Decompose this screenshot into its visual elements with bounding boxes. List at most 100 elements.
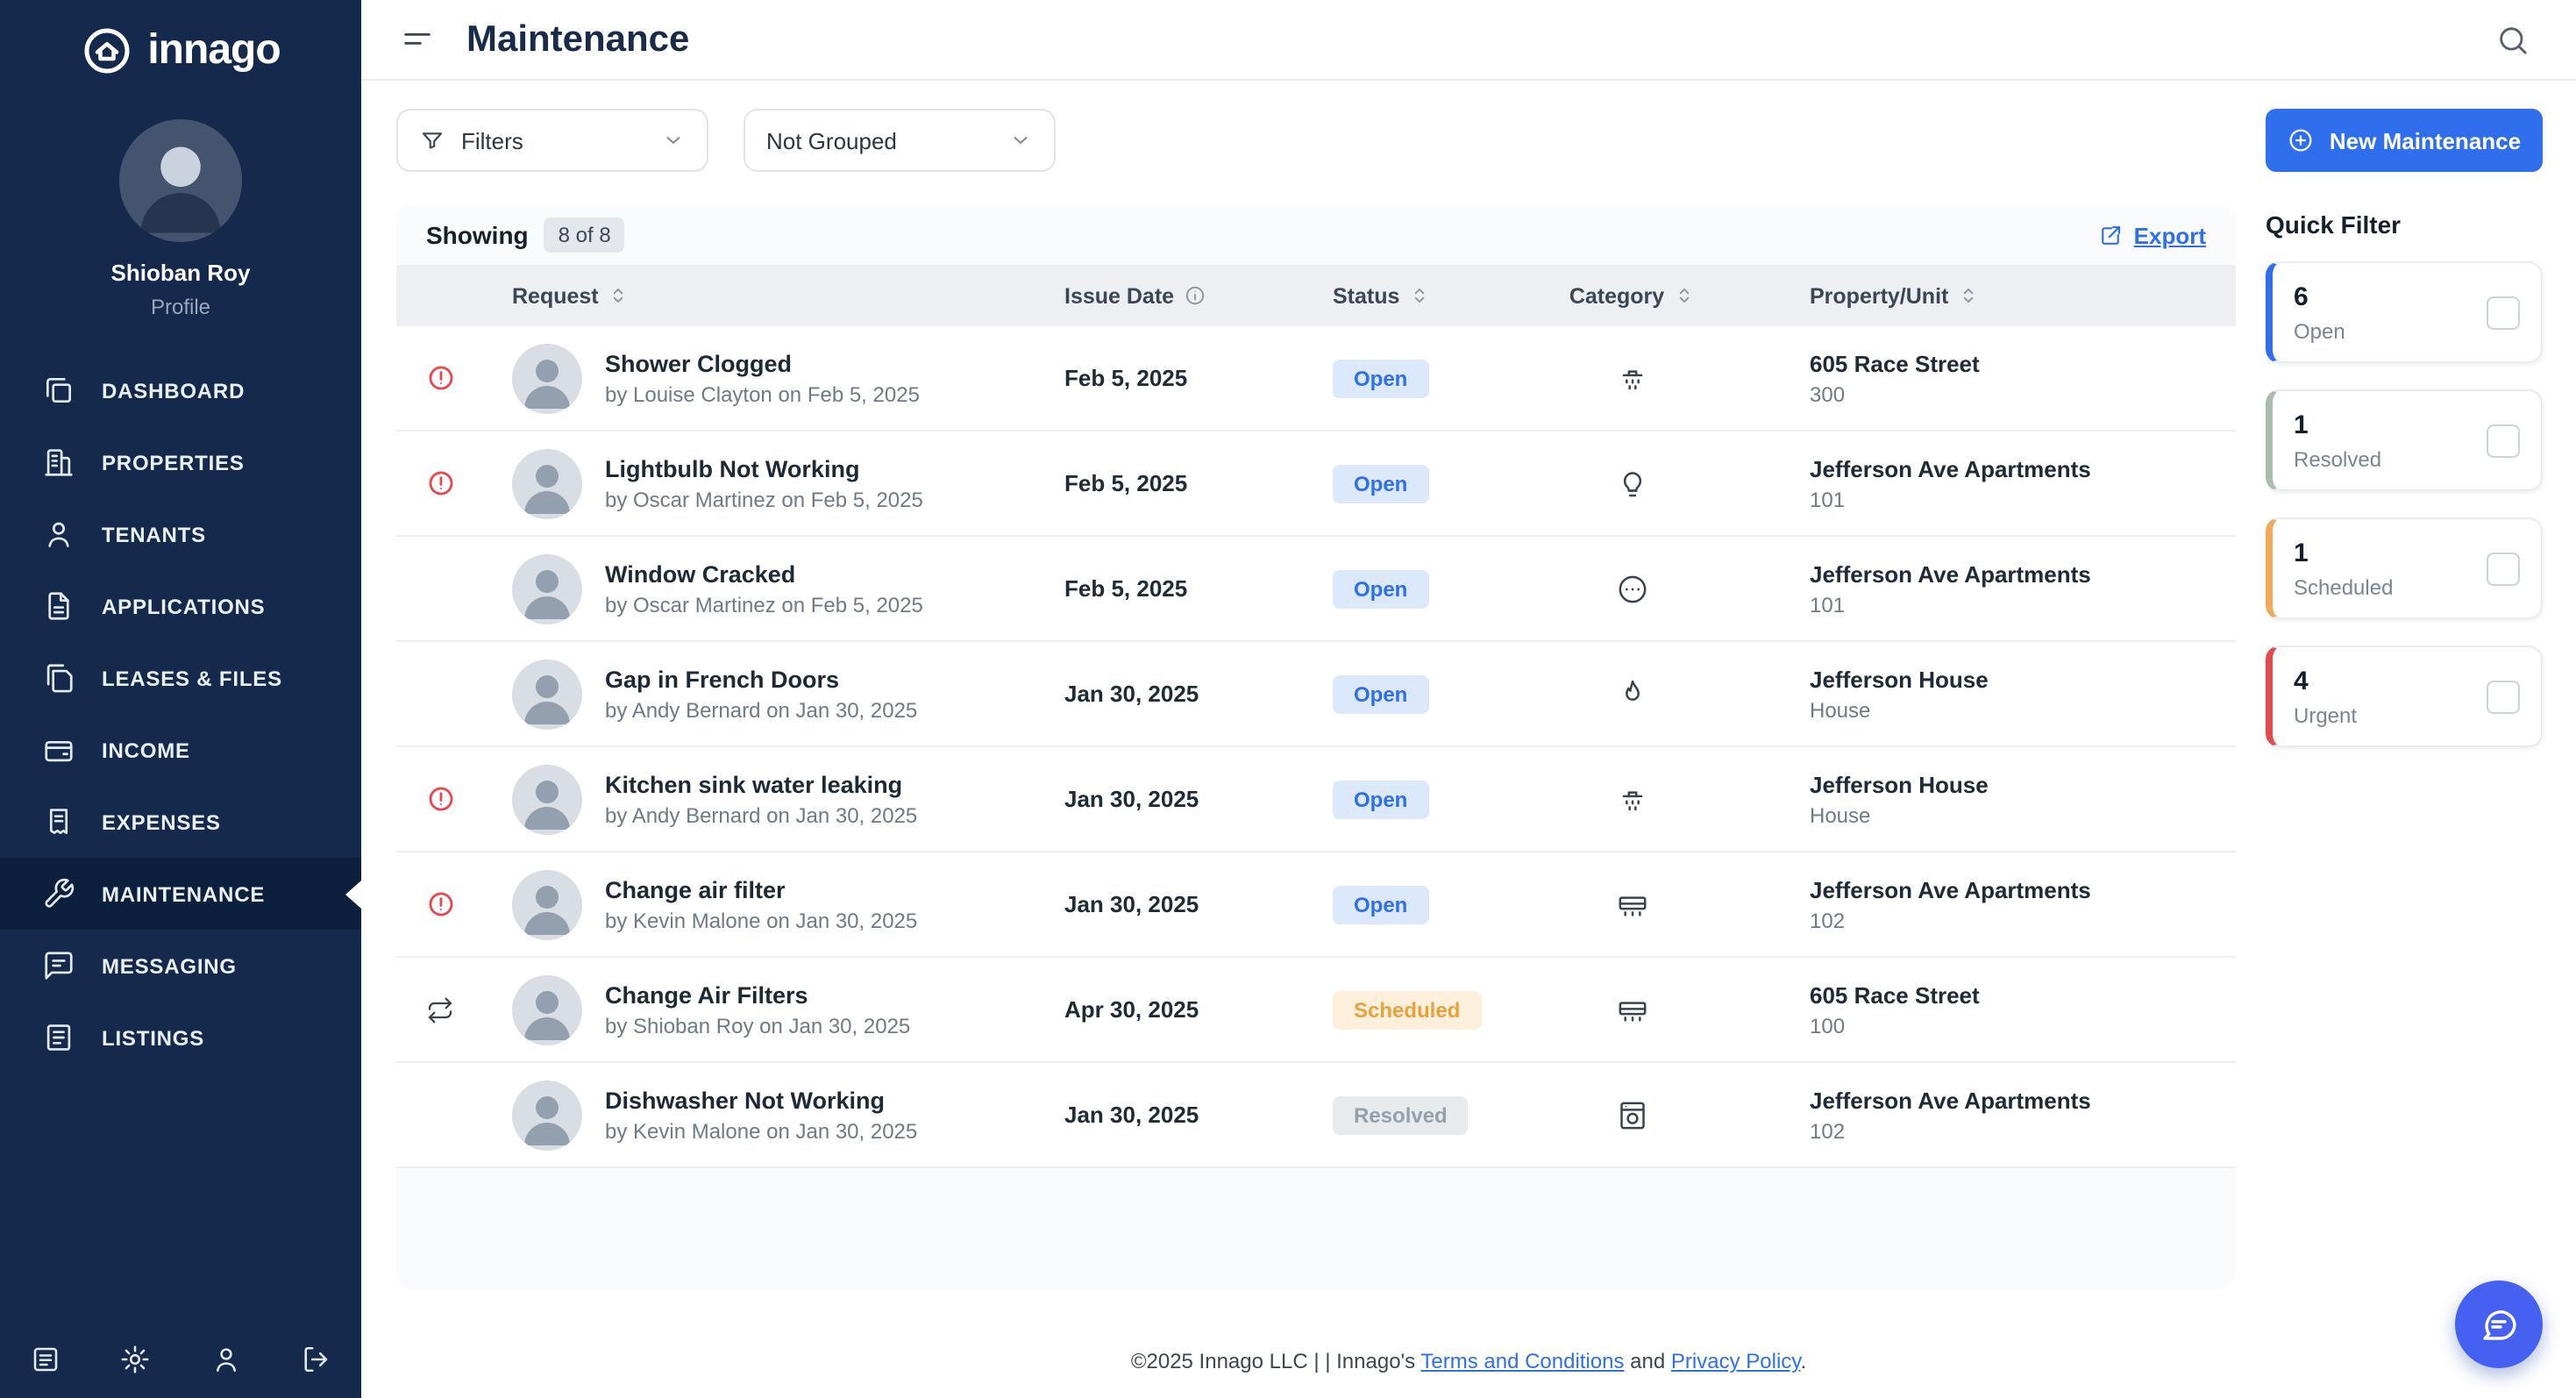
chat-icon (2478, 1303, 2520, 1345)
table-row[interactable]: Lightbulb Not Workingby Oscar Martinez o… (396, 432, 2236, 537)
sort-icon[interactable] (1408, 284, 1431, 307)
sidebar-item-messaging[interactable]: MESSAGING (0, 930, 361, 1002)
quick-filter-count: 1 (2294, 538, 2393, 567)
sidebar-item-label: LEASES & FILES (102, 666, 282, 690)
quick-filter-checkbox[interactable] (2487, 552, 2520, 585)
table-row[interactable]: Dishwasher Not Workingby Kevin Malone on… (396, 1063, 2236, 1168)
issue-date: Jan 30, 2025 (1019, 1102, 1273, 1128)
request-title[interactable]: Lightbulb Not Working (605, 455, 923, 481)
quick-filter-card-open[interactable]: 6Open (2266, 261, 2543, 363)
request-byline: by Shioban Roy on Jan 30, 2025 (605, 1013, 910, 1038)
maintenance-table: Showing 8 of 8 Export Request (396, 205, 2236, 1289)
request-title[interactable]: Gap in French Doors (605, 666, 917, 692)
dishwasher-icon (1615, 1097, 1650, 1132)
search-icon[interactable] (2495, 22, 2530, 57)
sidebar-item-leases-files[interactable]: LEASES & FILES (0, 642, 361, 714)
table-row[interactable]: Window Crackedby Oscar Martinez on Feb 5… (396, 537, 2236, 642)
property-unit: 100 (1810, 1013, 1845, 1038)
table-row[interactable]: Shower Cloggedby Louise Clayton on Feb 5… (396, 326, 2236, 432)
chat-fab-button[interactable] (2455, 1280, 2543, 1368)
filters-dropdown[interactable]: Filters (396, 109, 708, 172)
column-label: Status (1333, 283, 1399, 308)
table-column-headers: Request Issue Date Status Category (396, 265, 2236, 326)
log-icon[interactable] (30, 1344, 61, 1375)
request-title[interactable]: Kitchen sink water leaking (605, 771, 917, 797)
quick-filter-checkbox[interactable] (2487, 424, 2520, 457)
request-title[interactable]: Change Air Filters (605, 981, 910, 1008)
issue-date: Feb 5, 2025 (1019, 575, 1273, 602)
status-badge: Open (1333, 780, 1428, 818)
issue-date: Jan 30, 2025 (1019, 786, 1273, 812)
status-badge: Open (1333, 674, 1428, 713)
ac-icon (1615, 887, 1650, 922)
request-title[interactable]: Dishwasher Not Working (605, 1087, 917, 1113)
sidebar-item-expenses[interactable]: EXPENSES (0, 786, 361, 858)
privacy-link[interactable]: Privacy Policy (1671, 1349, 1801, 1373)
property-cell: Jefferson House House (1747, 771, 2236, 827)
logout-icon[interactable] (300, 1344, 331, 1375)
collapse-menu-icon[interactable] (400, 22, 435, 57)
request-title[interactable]: Shower Clogged (605, 350, 920, 376)
sidebar-item-listings[interactable]: LISTINGS (0, 1002, 361, 1073)
row-flag-cell (396, 889, 484, 919)
column-header-status[interactable]: Status (1273, 283, 1519, 308)
sidebar-item-maintenance[interactable]: MAINTENANCE (0, 858, 361, 930)
column-header-issue-date[interactable]: Issue Date (1019, 283, 1273, 308)
column-label: Issue Date (1064, 283, 1174, 308)
table-row[interactable]: Gap in French Doorsby Andy Bernard on Ja… (396, 642, 2236, 747)
table-row[interactable]: Change Air Filters by Shioban Roy on Jan … (396, 958, 2236, 1063)
sidebar-item-dashboard[interactable]: DASHBOARD (0, 354, 361, 426)
info-icon[interactable] (1183, 284, 1206, 307)
brand-logo[interactable]: innago (81, 25, 280, 77)
recurring-icon (426, 995, 454, 1024)
profile-link[interactable]: Profile (151, 295, 210, 319)
sidebar-item-applications[interactable]: APPLICATIONS (0, 570, 361, 642)
category-cell (1519, 571, 1747, 606)
new-maintenance-button[interactable]: New Maintenance (2266, 109, 2543, 172)
request-cell: Change Air Filters by Shioban Roy on Jan … (484, 974, 1019, 1045)
sidebar-item-properties[interactable]: PROPERTIES (0, 426, 361, 498)
sort-icon[interactable] (1673, 284, 1696, 307)
sidebar-item-tenants[interactable]: TENANTS (0, 498, 361, 570)
column-label: Request (512, 283, 599, 308)
profile-avatar[interactable] (119, 119, 242, 242)
property-unit: House (1810, 697, 1870, 722)
table-row[interactable]: Change air filterby Kevin Malone on Jan … (396, 852, 2236, 958)
main: Maintenance Filters Not Grouped (361, 0, 2576, 1398)
column-header-request[interactable]: Request (484, 283, 1019, 308)
income-icon (42, 733, 75, 767)
sort-icon[interactable] (1957, 284, 1980, 307)
column-header-property-unit[interactable]: Property/Unit (1747, 283, 2236, 308)
request-title[interactable]: Change air filter (605, 876, 917, 902)
quick-filter-card-scheduled[interactable]: 1Scheduled (2266, 517, 2543, 619)
group-by-dropdown[interactable]: Not Grouped (744, 109, 1056, 172)
quick-filter-checkbox[interactable] (2487, 680, 2520, 713)
footer-period: . (1801, 1349, 1807, 1373)
table-row[interactable]: Kitchen sink water leakingby Andy Bernar… (396, 747, 2236, 852)
requester-avatar (512, 659, 582, 729)
profile-name: Shioban Roy (111, 260, 251, 286)
property-name: Jefferson House (1810, 771, 1989, 797)
property-unit: House (1810, 802, 1870, 827)
column-header-category[interactable]: Category (1519, 283, 1747, 308)
requester-avatar (512, 974, 582, 1045)
requester-avatar (512, 869, 582, 939)
category-cell (1519, 992, 1747, 1027)
terms-link[interactable]: Terms and Conditions (1420, 1349, 1624, 1373)
app: innago Shioban Roy Profile DASHBOARDPROP… (0, 0, 2576, 1398)
quick-filter-card-urgent[interactable]: 4Urgent (2266, 646, 2543, 747)
plus-circle-icon (2288, 126, 2316, 154)
user-icon[interactable] (210, 1344, 241, 1375)
sidebar-item-income[interactable]: INCOME (0, 714, 361, 786)
quick-filter-card-resolved[interactable]: 1Resolved (2266, 389, 2543, 491)
property-unit: 101 (1810, 487, 1845, 511)
lightbulb-icon (1615, 466, 1650, 501)
quick-filter-checkbox[interactable] (2487, 296, 2520, 329)
plumbing-icon (1615, 360, 1650, 396)
request-title[interactable]: Window Cracked (605, 560, 923, 587)
export-button[interactable]: Export (2097, 222, 2206, 248)
topbar: Maintenance (361, 0, 2576, 81)
settings-icon[interactable] (120, 1344, 152, 1375)
sidebar-nav: DASHBOARDPROPERTIESTENANTSAPPLICATIONS LE… (0, 354, 361, 1073)
sort-icon[interactable] (608, 284, 630, 307)
